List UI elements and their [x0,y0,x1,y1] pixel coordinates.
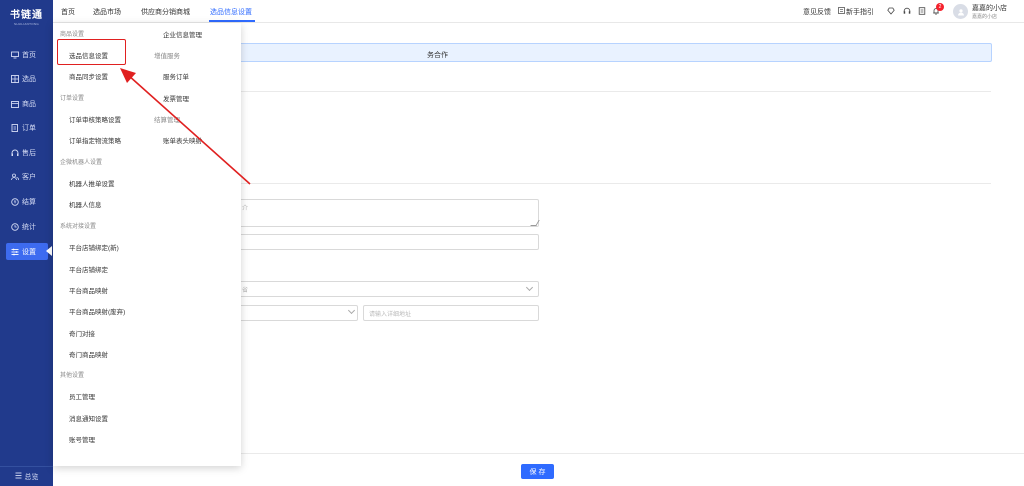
annotation-highlight-box [57,39,126,65]
group-settle-manage: 结算管理 [154,117,180,124]
settings-icon [11,248,19,256]
avatar[interactable] [953,4,968,19]
province-placeholder: 省 [242,288,249,294]
sidebar-item-label: 结算 [22,198,36,206]
tab-selection-market[interactable]: 选品市场 [93,7,121,17]
settle-icon: ¥ [11,197,19,206]
menu-item-bill-title[interactable]: 账单表头映射 [163,135,202,145]
topbar: 首页 选品市场 供应商分销商城 选品信息设置 [53,0,1024,23]
intro-placeholder: 介 [242,206,249,212]
grid-icon [11,74,19,83]
banner-text: 务合作 [427,52,448,59]
group-other: 其他设置 [60,373,85,379]
logo-text: 书链通 [10,10,43,21]
sidebar: 书链通 SHULIANTONG 首页 选品 商品 订单 售后 客户 ¥ 结算 统… [0,0,53,486]
logo[interactable]: 书链通 SHULIANTONG [0,6,53,26]
sidebar-item-label: 设置 [22,248,36,256]
logo-subtext: SHULIANTONG [14,22,39,26]
group-goods-settings: 商品设置 [60,32,85,38]
intro-textarea[interactable] [238,199,539,227]
menu-item-staff[interactable]: 员工管理 [69,391,95,401]
menu-item-robot-push[interactable]: 机器人推单设置 [69,178,115,188]
sidebar-item-label: 首页 [22,51,36,59]
menu-item-goods-map-old[interactable]: 平台商品映射(废弃) [69,306,125,316]
sidebar-item-home[interactable]: 首页 [6,46,48,63]
diamond-icon[interactable] [886,6,895,15]
menu-item-platform-bind[interactable]: 平台店铺绑定 [69,264,108,274]
group-value-added: 增值服务 [154,53,180,60]
menu-icon [15,472,22,481]
settings-dropdown: 商品设置 选品信息设置 商品同步设置 订单设置 订单审核策略设置 订单指定物流策… [53,23,241,466]
menu-item-account[interactable]: 账号管理 [69,434,95,444]
menu-item-sync[interactable]: 商品同步设置 [69,71,108,81]
active-tab-underline [209,20,255,22]
sidebar-item-label: 客户 [22,173,36,181]
group-system: 系统对接设置 [60,224,97,230]
headset-service-icon[interactable] [902,6,911,15]
save-button[interactable]: 保 存 [521,464,554,479]
notification-badge: 2 [936,3,944,11]
menu-item-qimen[interactable]: 奇门对接 [69,328,95,338]
sidebar-item-settings[interactable]: 设置 [6,243,48,260]
sidebar-item-settlement[interactable]: ¥ 结算 [6,193,48,210]
menu-item-robot-info[interactable]: 机器人信息 [69,199,102,209]
sidebar-item-goods[interactable]: 商品 [6,95,48,112]
sidebar-item-aftersale[interactable]: 售后 [6,144,48,161]
sidebar-item-label: 订单 [22,124,36,132]
section-divider [240,91,991,92]
menu-item-platform-bind-new[interactable]: 平台店铺绑定(新) [69,242,119,252]
sidebar-item-label: 统计 [22,223,36,231]
text-input[interactable] [238,234,539,250]
book-icon [837,6,846,15]
menu-item-invoice[interactable]: 发票管理 [163,93,189,103]
sidebar-item-customers[interactable]: 客户 [6,168,48,185]
section-divider [240,183,991,184]
feedback-link[interactable]: 意见反馈 [803,7,831,17]
sidebar-item-label: 商品 [22,100,36,108]
sidebar-item-selection[interactable]: 选品 [6,70,48,87]
menu-item-express[interactable]: 订单指定物流策略 [69,135,121,145]
user-name[interactable]: 嘉嘉的小店 [972,3,1007,13]
menu-item-notice[interactable]: 消息通知设置 [69,413,108,423]
overview-button[interactable]: 总览 [0,466,53,486]
menu-item-qimen-map[interactable]: 奇门商品映射 [69,349,108,359]
menu-item-enterprise[interactable]: 企业信息管理 [163,29,202,39]
monitor-icon [11,51,19,59]
tab-selection-settings[interactable]: 选品信息设置 [210,7,252,17]
overview-label: 总览 [24,473,39,481]
user-shop: 嘉嘉的小店 [972,14,998,20]
order-icon [11,123,19,132]
active-pointer [46,246,52,256]
menu-item-goods-map[interactable]: 平台商品映射 [69,285,108,295]
region-select[interactable] [238,305,358,321]
sidebar-item-stats[interactable]: 统计 [6,218,48,235]
svg-text:¥: ¥ [14,199,17,205]
document-icon[interactable] [917,6,926,15]
sidebar-item-label: 选品 [22,75,36,83]
sidebar-item-label: 售后 [22,149,36,157]
address-placeholder: 请输入详细地址 [369,312,412,318]
tab-supplier-mall[interactable]: 供应商分销商城 [141,7,190,17]
sidebar-item-orders[interactable]: 订单 [6,119,48,136]
group-order-settings: 订单设置 [60,96,85,102]
headset-icon [11,149,19,157]
info-banner: 务合作 [238,43,992,62]
tab-home[interactable]: 首页 [61,7,75,17]
users-icon [11,173,19,181]
province-select[interactable] [238,281,539,297]
group-wecom-robot: 企微机器人设置 [60,160,103,166]
guide-link[interactable]: 新手指引 [846,7,874,17]
menu-item-service-order[interactable]: 服务订单 [163,71,189,81]
menu-item-audit[interactable]: 订单审核策略设置 [69,114,121,124]
clock-icon [11,222,19,231]
box-icon [11,100,19,108]
